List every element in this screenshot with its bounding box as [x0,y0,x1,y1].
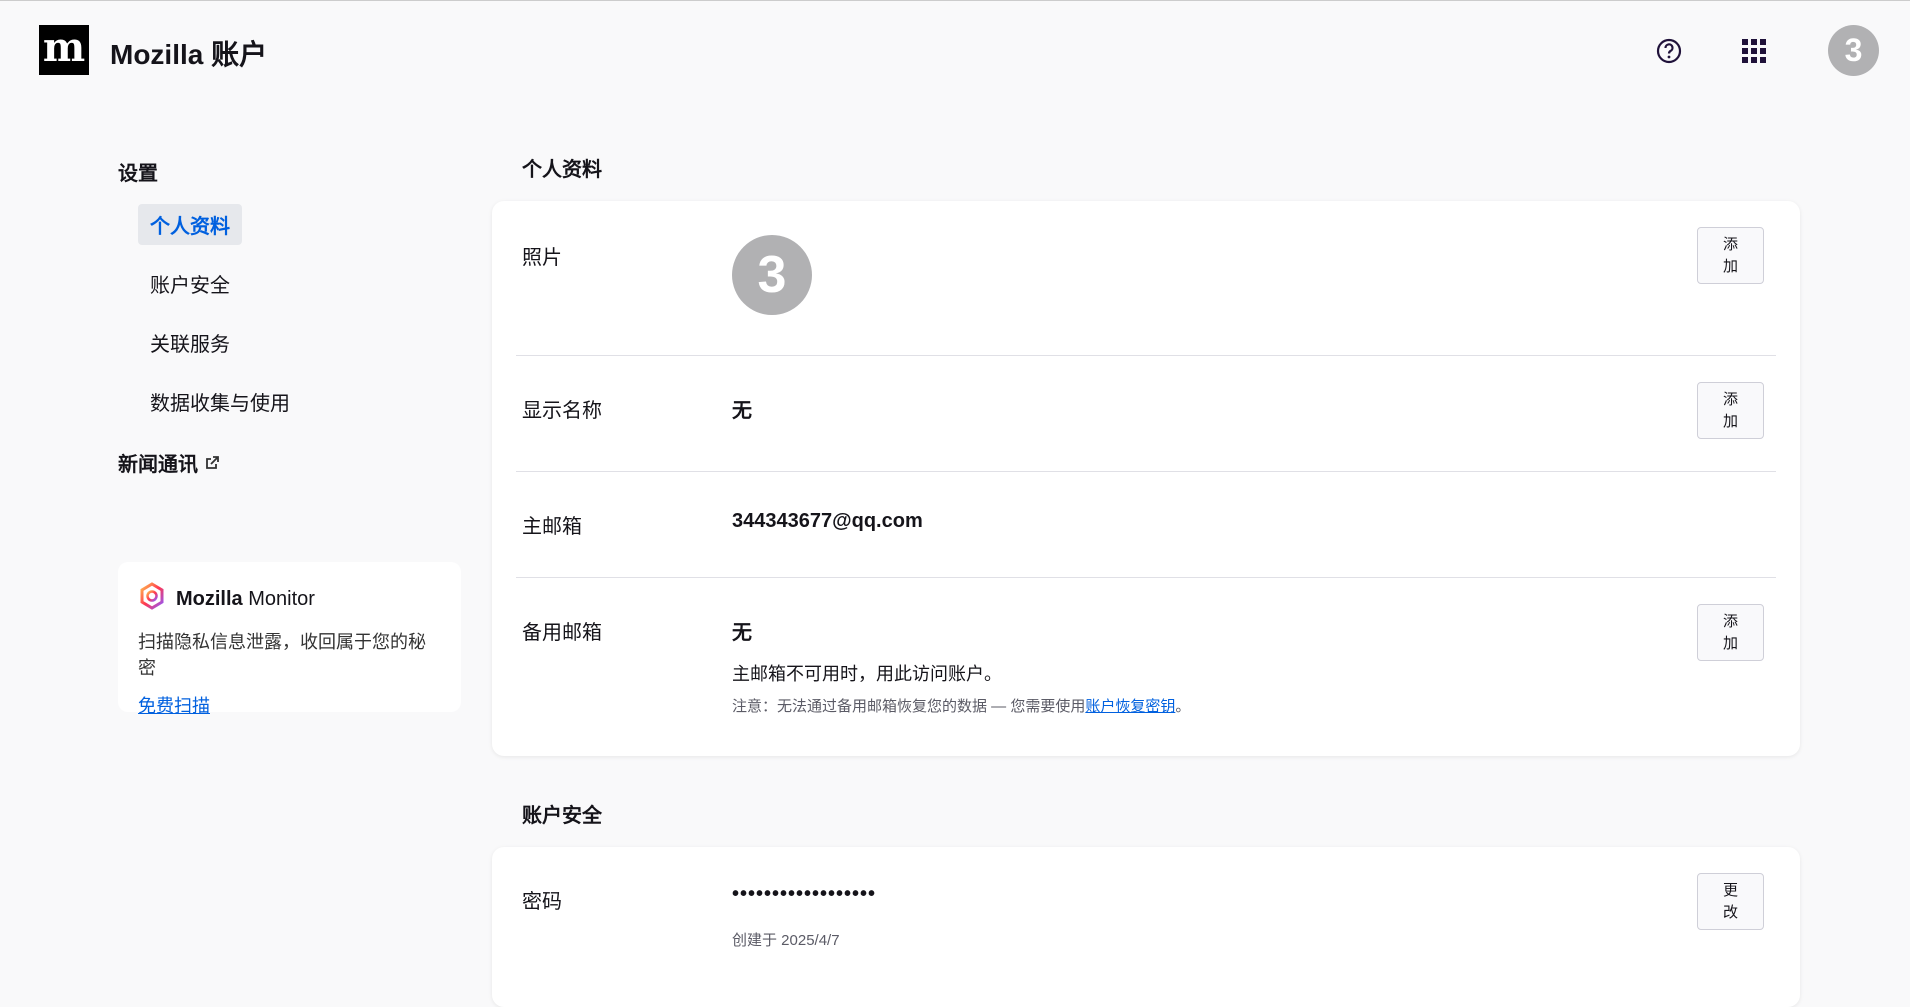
password-row: 密码 •••••••••••••••••• 创建于 2025/4/7 更改 [516,847,1776,987]
help-icon[interactable] [1653,35,1685,67]
account-avatar[interactable]: 3 [1828,25,1879,76]
sidebar-item-security[interactable]: 账户安全 [138,263,242,304]
primary-email-value: 344343677@qq.com [732,510,923,532]
primary-email-label: 主邮箱 [522,516,582,538]
security-card: 密码 •••••••••••••••••• 创建于 2025/4/7 更改 [492,847,1800,1007]
add-secondary-email-button[interactable]: 添加 [1697,604,1764,661]
primary-email-row: 主邮箱 344343677@qq.com [516,472,1776,578]
password-value: •••••••••••••••••• [732,883,877,905]
add-display-name-button[interactable]: 添加 [1697,382,1764,439]
secondary-email-row: 备用邮箱 无 主邮箱不可用时，用此访问账户。 注意：无法通过备用邮箱恢复您的数据… [516,578,1776,756]
profile-section-title: 个人资料 [522,159,602,181]
app-title: Mozilla 账户 [110,39,268,70]
password-label: 密码 [522,891,562,913]
promo-brand: Mozilla [176,587,243,610]
monitor-promo: Mozilla Monitor 扫描隐私信息泄露，收回属于您的秘密 免费扫描 [118,562,461,716]
photo-row: 照片 3 添加 [516,201,1776,356]
promo-description: 扫描隐私信息泄露，收回属于您的秘密 [138,632,426,678]
display-name-value: 无 [732,400,752,422]
display-name-label: 显示名称 [522,400,602,422]
sidebar-item-newsletter[interactable]: 新闻通讯 [118,448,458,477]
profile-photo: 3 [732,235,812,315]
free-scan-link[interactable]: 免费扫描 [138,696,210,716]
newsletter-label: 新闻通讯 [118,454,198,476]
sidebar-item-data-collection[interactable]: 数据收集与使用 [138,381,302,422]
security-section-title: 账户安全 [522,805,602,827]
secondary-email-value: 无 [732,622,752,644]
secondary-email-description: 主邮箱不可用时，用此访问账户。 [732,664,1002,684]
sidebar-heading: 设置 [118,163,158,185]
display-name-row: 显示名称 无 添加 [516,356,1776,472]
change-password-button[interactable]: 更改 [1697,873,1764,930]
sidebar-item-profile[interactable]: 个人资料 [138,204,242,245]
secondary-email-label: 备用邮箱 [522,622,602,644]
secondary-email-note: 注意：无法通过备用邮箱恢复您的数据 — 您需要使用账户恢复密钥。 [732,698,1191,715]
photo-label: 照片 [522,247,562,269]
sidebar: 设置 个人资料 账户安全 关联服务 数据收集与使用 新闻通讯 [118,157,458,477]
header: m Mozilla 账户 3 [0,1,1910,101]
profile-card: 照片 3 添加 显示名称 无 添加 主邮箱 344343677@qq.com 备… [492,201,1800,756]
apps-grid-icon[interactable] [1738,35,1770,67]
external-link-icon [204,454,220,476]
promo-brand-rest: Monitor [248,587,315,610]
password-created: 创建于 2025/4/7 [732,932,840,949]
recovery-key-link[interactable]: 账户恢复密钥 [1085,698,1175,715]
add-photo-button[interactable]: 添加 [1697,227,1764,284]
mozilla-logo[interactable]: m [39,25,89,75]
sidebar-item-connected-services[interactable]: 关联服务 [138,322,242,363]
monitor-logo-icon [138,582,166,616]
